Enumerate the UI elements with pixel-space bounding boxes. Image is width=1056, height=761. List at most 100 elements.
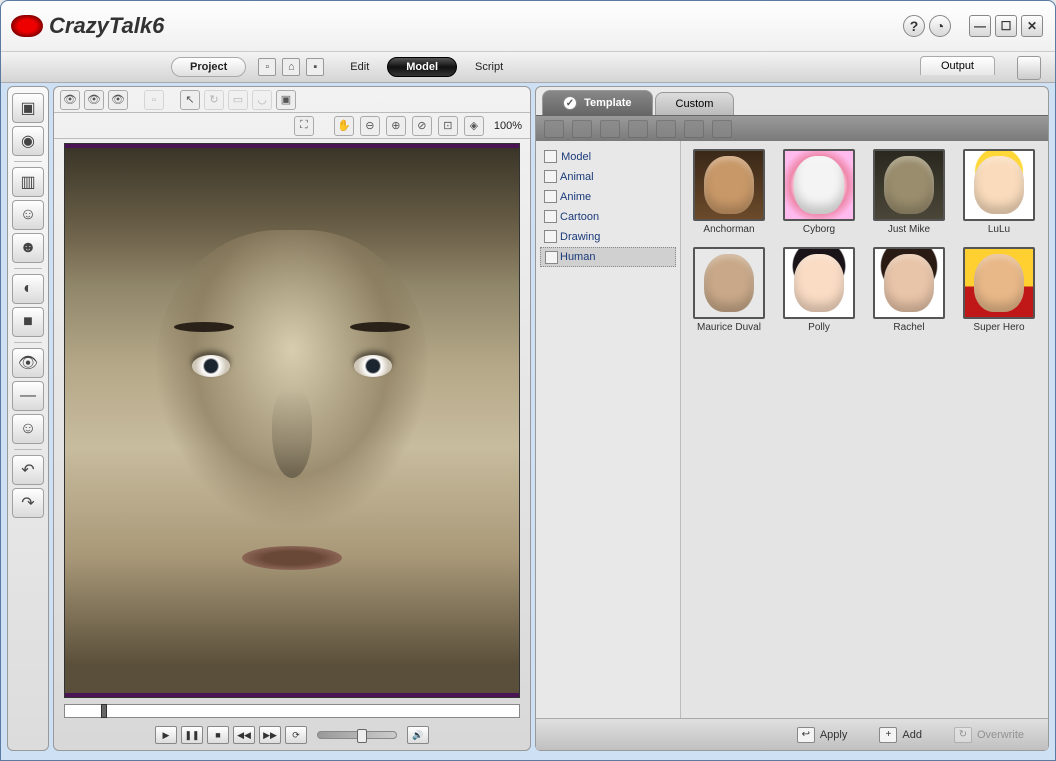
tool-undo[interactable]: ↶: [12, 455, 44, 485]
tab-output[interactable]: Output: [920, 56, 995, 75]
model-thumb-rachel[interactable]: Rachel: [869, 247, 949, 333]
tab-script[interactable]: Script: [461, 58, 517, 76]
viewport-panel: 👁 👁 👁 ▫ ↖ ↻ ▭ ◡ ▣ ⛶ ✋ ⊖ ⊕ ⊘ ⊡ ◈: [53, 86, 531, 751]
tab-custom[interactable]: Custom: [655, 92, 735, 115]
model-thumb-lulu[interactable]: LuLu: [959, 149, 1039, 235]
open-icon[interactable]: ⌂: [282, 58, 300, 76]
category-tree: - Model AnimalAnimeCartoonDrawingHuman: [536, 141, 681, 718]
add-icon: +: [879, 727, 897, 743]
tree-item-drawing[interactable]: Drawing: [540, 227, 676, 247]
viewport-canvas[interactable]: [64, 143, 520, 698]
tree-root[interactable]: - Model: [540, 147, 676, 167]
eye-mode-1-icon[interactable]: 👁: [60, 90, 80, 110]
tool-mouth[interactable]: ―: [12, 381, 44, 411]
new-icon[interactable]: ▫: [258, 58, 276, 76]
prev-button[interactable]: ◀◀: [233, 726, 255, 744]
model-thumb-maurice-duval[interactable]: Maurice Duval: [689, 247, 769, 333]
tool-redo[interactable]: ↷: [12, 488, 44, 518]
paste-icon[interactable]: [628, 120, 648, 138]
tool-facefit[interactable]: ☺: [12, 200, 44, 230]
titlebar: CrazyTalk6 ? ◔ — ☐ ✕: [1, 1, 1055, 51]
loop-button[interactable]: ⟳: [285, 726, 307, 744]
thumb-label: LuLu: [988, 224, 1010, 235]
tool-eyes[interactable]: 👁: [12, 348, 44, 378]
zoom-reset-icon[interactable]: ⊘: [412, 116, 432, 136]
fit-icon[interactable]: ⊡: [438, 116, 458, 136]
apply-button[interactable]: ↩ Apply: [789, 724, 856, 746]
browser-footer: ↩ Apply + Add ↻ Overwrite: [536, 718, 1048, 750]
delete-icon[interactable]: [656, 120, 676, 138]
add-button[interactable]: + Add: [871, 724, 930, 746]
save-icon[interactable]: ▪: [306, 58, 324, 76]
tool-head[interactable]: ☺: [12, 414, 44, 444]
lips-tool-icon: ◡: [252, 90, 272, 110]
tab-custom-label: Custom: [676, 98, 714, 110]
close-button[interactable]: ✕: [1021, 15, 1043, 37]
volume-slider[interactable]: [317, 731, 397, 739]
window-controls: ? ◔ — ☐ ✕: [903, 15, 1043, 37]
hand-icon[interactable]: ✋: [334, 116, 354, 136]
viewport-toolbar-zoom: ⛶ ✋ ⊖ ⊕ ⊘ ⊡ ◈ 100%: [54, 113, 530, 139]
view-icon[interactable]: [684, 120, 704, 138]
pointer-icon[interactable]: ↖: [180, 90, 200, 110]
tree-item-human[interactable]: Human: [540, 247, 676, 267]
tool-profile[interactable]: ☻: [12, 233, 44, 263]
copy2-icon[interactable]: [600, 120, 620, 138]
cut-icon[interactable]: [572, 120, 592, 138]
pause-button[interactable]: ❚❚: [181, 726, 203, 744]
model-thumb-just-mike[interactable]: Just Mike: [869, 149, 949, 235]
playback-controls: ▶ ❚❚ ■ ◀◀ ▶▶ ⟳ 🔊: [54, 720, 530, 750]
model-gallery: AnchormanCyborgJust Mike LuLu Maurice Duva…: [681, 141, 1048, 718]
thumb-image: [693, 247, 765, 319]
mute-button[interactable]: 🔊: [407, 726, 429, 744]
eye-mode-2-icon[interactable]: 👁: [84, 90, 104, 110]
tab-template[interactable]: ✓ Template: [542, 90, 653, 115]
zoom-out-icon[interactable]: ⊖: [360, 116, 380, 136]
thumb-image: [783, 247, 855, 319]
app-window: CrazyTalk6 ? ◔ — ☐ ✕ Project ▫ ⌂ ▪ Edit …: [0, 0, 1056, 761]
tree-item-animal[interactable]: Animal: [540, 167, 676, 187]
model-thumb-polly[interactable]: Polly: [779, 247, 859, 333]
thumb-image: [693, 149, 765, 221]
copy-icon: ▫: [144, 90, 164, 110]
help-button[interactable]: ?: [903, 15, 925, 37]
tree-item-anime[interactable]: Anime: [540, 187, 676, 207]
minimize-button[interactable]: —: [969, 15, 991, 37]
folder-icon[interactable]: [544, 120, 564, 138]
play-button[interactable]: ▶: [155, 726, 177, 744]
thumb-image: [873, 247, 945, 319]
rect-icon: ▭: [228, 90, 248, 110]
model-thumb-cyborg[interactable]: Cyborg: [779, 149, 859, 235]
timeline-scrubber[interactable]: [64, 704, 520, 718]
thumb-image: [783, 149, 855, 221]
tool-camera[interactable]: ◉: [12, 126, 44, 156]
layers-icon[interactable]: ▣: [276, 90, 296, 110]
eye-mode-3-icon[interactable]: 👁: [108, 90, 128, 110]
tool-crop[interactable]: ▥: [12, 167, 44, 197]
tab-edit[interactable]: Edit: [336, 58, 383, 76]
expand-icon[interactable]: ⛶: [294, 116, 314, 136]
overwrite-icon: ↻: [954, 727, 972, 743]
actual-icon[interactable]: ◈: [464, 116, 484, 136]
thumb-image: [873, 149, 945, 221]
maximize-button[interactable]: ☐: [995, 15, 1017, 37]
tab-project[interactable]: Project: [171, 57, 246, 77]
app-logo: CrazyTalk6: [11, 13, 164, 39]
list-icon[interactable]: [712, 120, 732, 138]
tool-photo[interactable]: ▣: [12, 93, 44, 123]
tool-background[interactable]: ■: [12, 307, 44, 337]
thumb-label: Polly: [808, 322, 830, 333]
tool-mask[interactable]: ◐: [12, 274, 44, 304]
lips-icon: [11, 15, 43, 37]
tab-template-label: Template: [584, 97, 631, 109]
model-thumb-super-hero[interactable]: Super Hero: [959, 247, 1039, 333]
zoom-in-icon[interactable]: ⊕: [386, 116, 406, 136]
next-button[interactable]: ▶▶: [259, 726, 281, 744]
settings-button[interactable]: ◔: [929, 15, 951, 37]
tree-item-cartoon[interactable]: Cartoon: [540, 207, 676, 227]
cube-icon[interactable]: [1017, 56, 1041, 80]
model-thumb-anchorman[interactable]: Anchorman: [689, 149, 769, 235]
stop-button[interactable]: ■: [207, 726, 229, 744]
scrub-handle[interactable]: [101, 704, 107, 718]
tab-model[interactable]: Model: [387, 57, 457, 77]
